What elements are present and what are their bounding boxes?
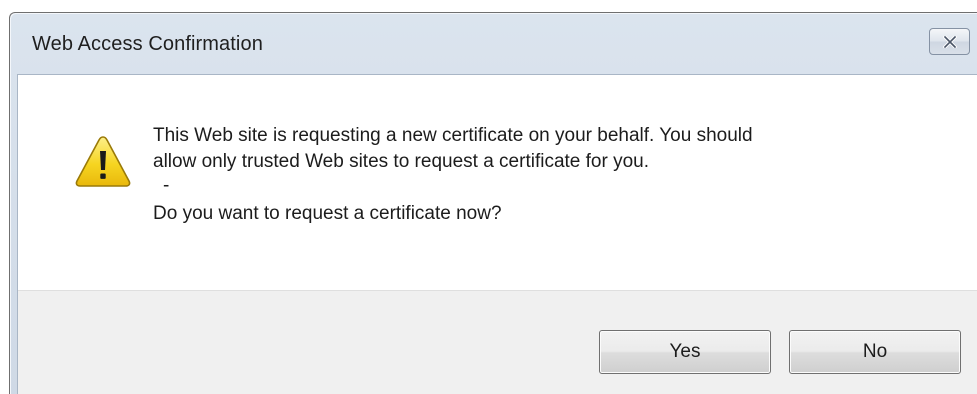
- message-area: This Web site is requesting a new certif…: [18, 75, 977, 290]
- warning-triangle-icon: [75, 136, 131, 187]
- dialog-client-area: This Web site is requesting a new certif…: [17, 74, 977, 394]
- close-x-icon: [942, 35, 957, 48]
- message-question: Do you want to request a certificate now…: [153, 203, 502, 224]
- yes-button[interactable]: Yes: [599, 330, 771, 374]
- message-text: This Web site is requesting a new certif…: [153, 123, 923, 227]
- dialog-title: Web Access Confirmation: [32, 33, 263, 55]
- title-bar[interactable]: Web Access Confirmation: [10, 13, 977, 73]
- close-button[interactable]: [929, 28, 970, 55]
- message-line-2: allow only trusted Web sites to request …: [153, 151, 649, 172]
- dialog-window: Web Access Confirmation This Web site is…: [9, 12, 977, 394]
- message-separator: -: [163, 175, 170, 196]
- button-bar: Yes No: [18, 290, 977, 394]
- message-line-1: This Web site is requesting a new certif…: [153, 125, 753, 146]
- no-button[interactable]: No: [789, 330, 961, 374]
